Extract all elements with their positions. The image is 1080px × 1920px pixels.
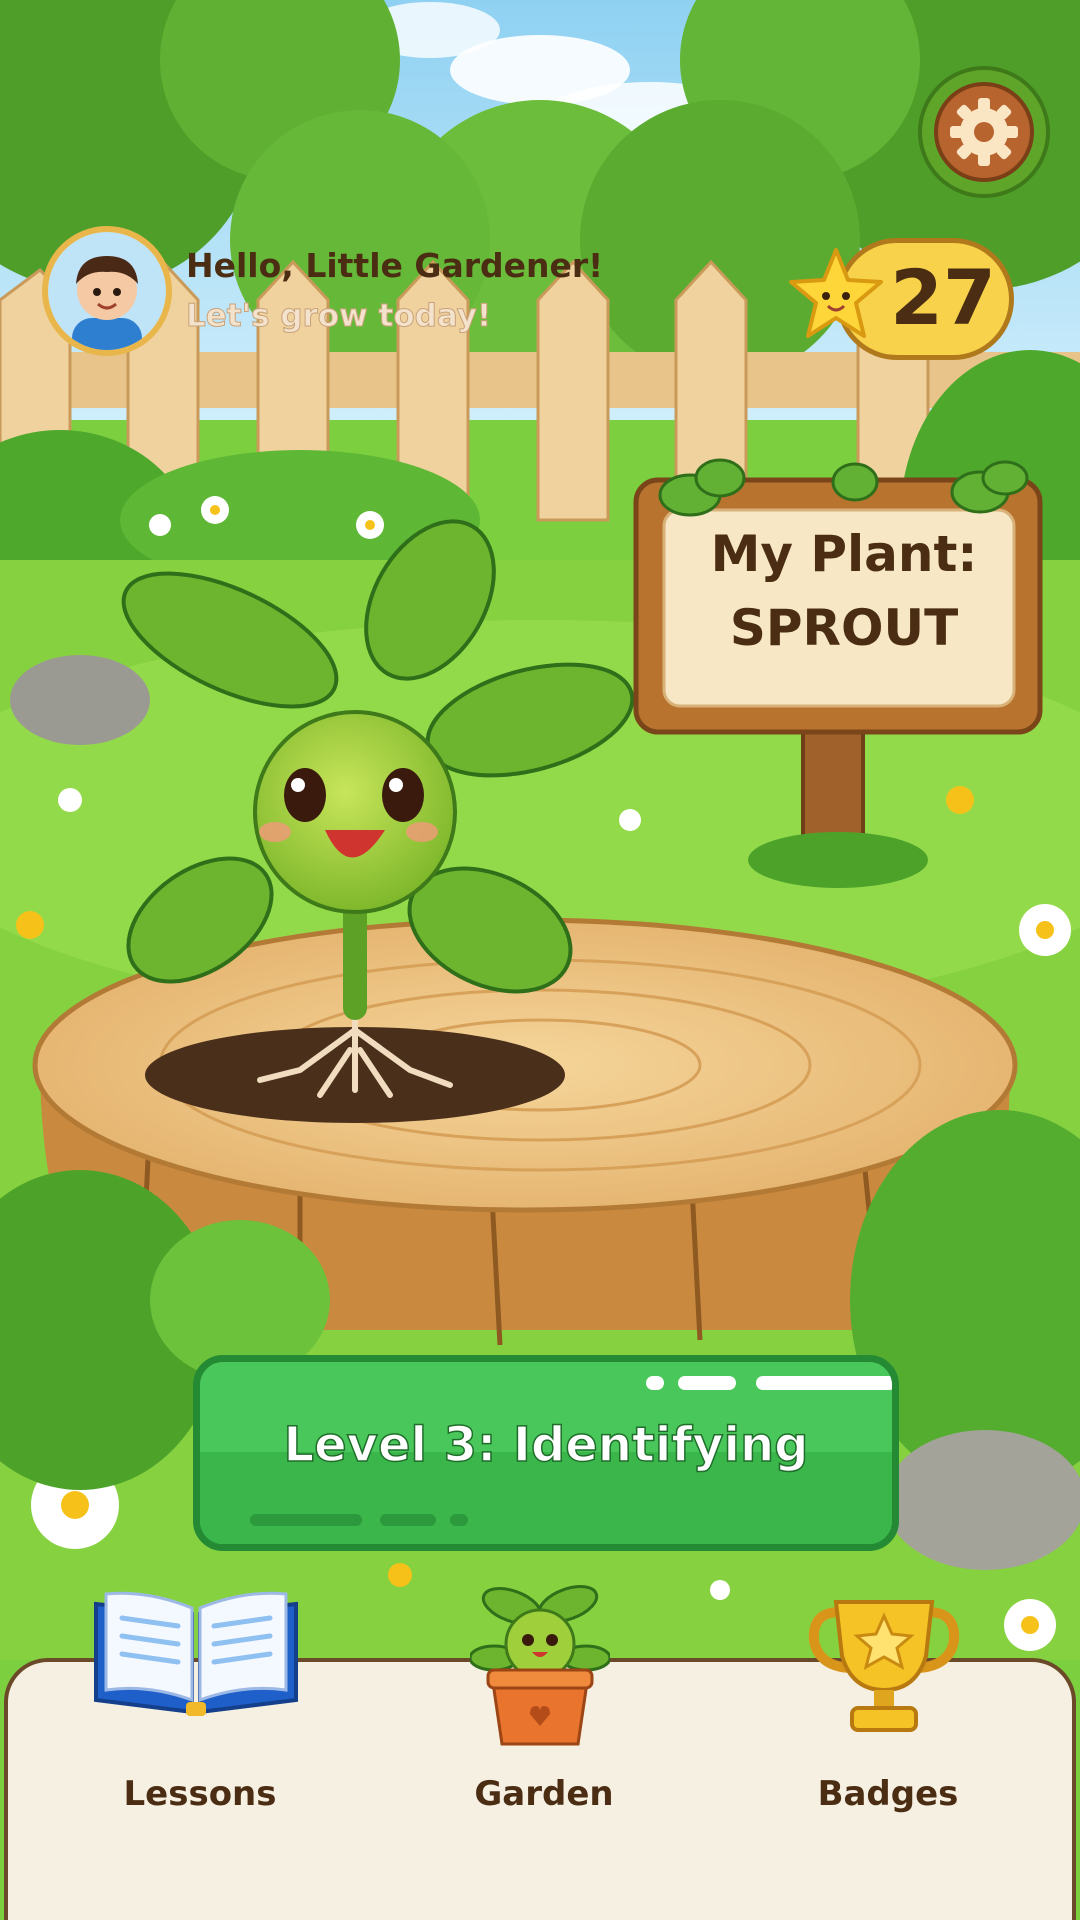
potted-sprout-icon[interactable]	[470, 1580, 610, 1748]
level-label: Level 3: Identifying	[283, 1416, 809, 1474]
banner-shine	[678, 1376, 736, 1390]
subgreeting-text: Let's grow today!	[185, 298, 492, 335]
gear-icon	[934, 82, 1034, 182]
avatar-face	[48, 232, 166, 350]
banner-shade	[380, 1514, 436, 1526]
plant-sign-title: My Plant:	[710, 525, 978, 583]
settings-button[interactable]	[918, 66, 1050, 198]
boy-avatar-icon[interactable]	[42, 226, 172, 356]
nav-garden-label: Garden	[474, 1774, 614, 1814]
open-book-icon[interactable]	[88, 1584, 304, 1720]
score-value: 27	[890, 253, 996, 342]
nav-badges-label: Badges	[817, 1774, 959, 1814]
level-banner[interactable]: Level 3: Identifying	[193, 1355, 899, 1551]
trophy-icon[interactable]	[806, 1594, 962, 1736]
banner-shade	[450, 1514, 468, 1526]
banner-shine	[756, 1376, 892, 1390]
greeting-text: Hello, Little Gardener!	[186, 246, 604, 285]
nav-lessons-label: Lessons	[123, 1774, 277, 1814]
garden-screen: Hello, Little Gardener! Let's grow today…	[0, 0, 1080, 1920]
banner-shade	[250, 1514, 362, 1526]
star-icon	[789, 248, 883, 338]
banner-shine	[646, 1376, 664, 1390]
plant-name: SPROUT	[729, 599, 959, 657]
